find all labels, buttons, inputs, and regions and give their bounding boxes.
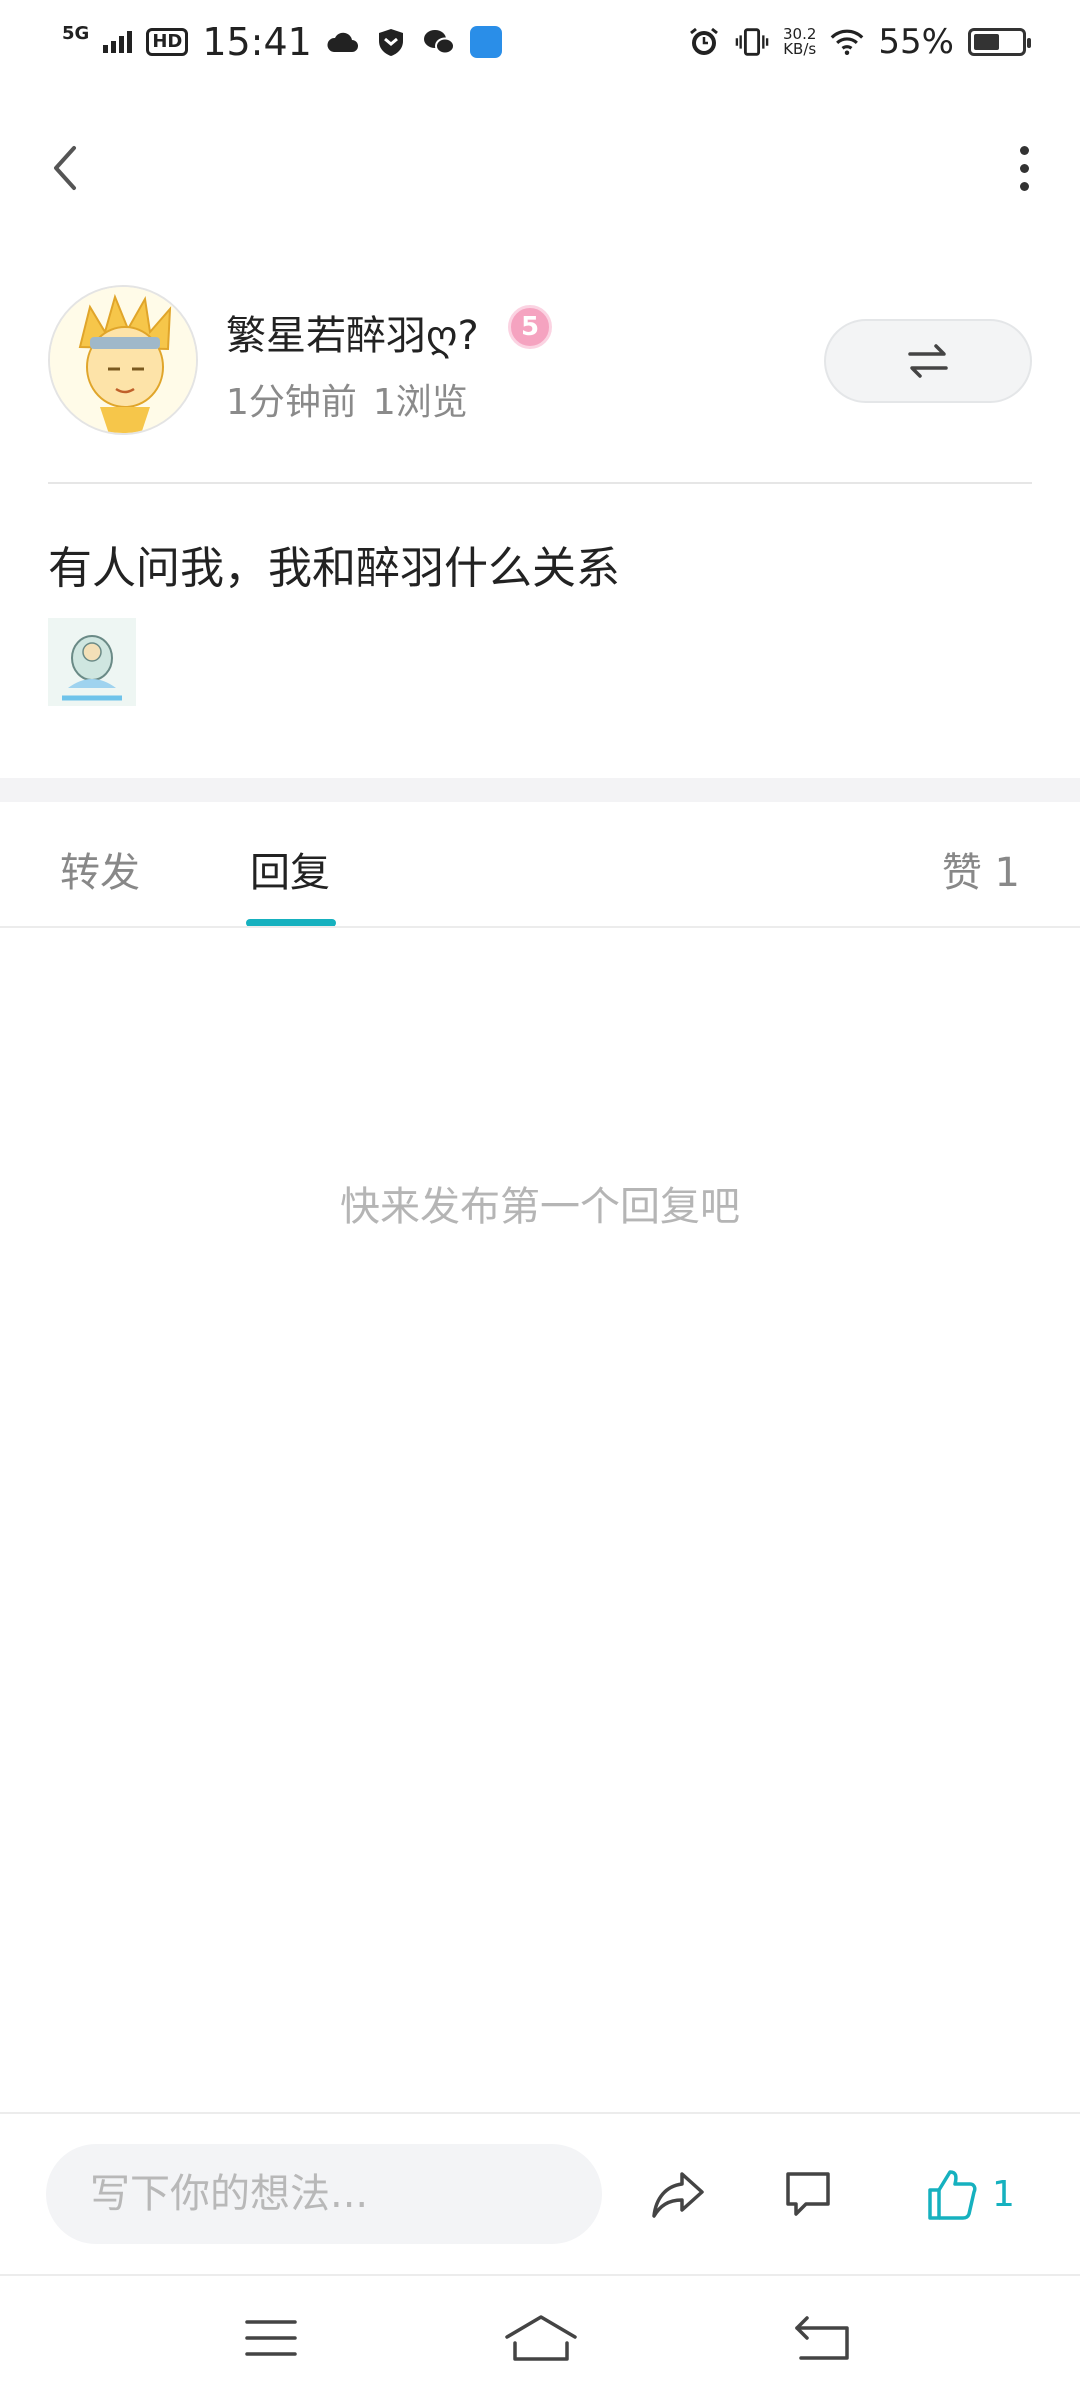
swap-button[interactable] (824, 319, 1032, 403)
status-bar: 5G HD 15:41 30.2 KB/s 55% (0, 0, 1080, 84)
like-button[interactable]: 1 (926, 2160, 1015, 2228)
divider (0, 2112, 1080, 2114)
post-image (48, 618, 136, 706)
status-time: 15:41 (202, 20, 312, 64)
view-count: 1浏览 (372, 382, 468, 423)
system-nav-bar (0, 2276, 1080, 2400)
divider (48, 482, 1032, 484)
tab-reply[interactable]: 回复 (250, 840, 330, 898)
tab-forward[interactable]: 转发 (60, 840, 140, 898)
nav-back-button[interactable] (778, 2298, 868, 2378)
share-button[interactable] (648, 2160, 720, 2228)
comment-input[interactable] (46, 2144, 602, 2244)
section-separator (0, 778, 1080, 802)
post-detail-screen: 5G HD 15:41 30.2 KB/s 55% 繁星若醉羽ღ? 5 1分钟前… (0, 0, 1080, 2400)
vibrate-icon (735, 27, 769, 57)
app-notification-icon (469, 26, 502, 58)
post-image-thumbnail[interactable] (48, 618, 136, 706)
hd-badge: HD (146, 28, 189, 56)
network-speed: 30.2 KB/s (783, 25, 817, 58)
nav-home-button[interactable] (496, 2298, 586, 2378)
like-count: 1 (992, 2173, 1015, 2215)
comment-bubble-icon (786, 2172, 830, 2216)
chevron-left-icon (54, 146, 76, 190)
cloud-icon (326, 27, 360, 57)
post-text: 有人问我，我和醉羽什么关系 (48, 543, 620, 594)
post-meta: 1分钟前 1浏览 (226, 373, 468, 425)
home-icon (505, 2315, 577, 2361)
network-type: 5G (62, 23, 90, 44)
swap-arrows-icon (908, 344, 948, 378)
avatar[interactable] (48, 285, 198, 435)
back-button[interactable] (40, 140, 96, 196)
more-options-button[interactable] (996, 140, 1052, 196)
avatar-image (50, 287, 196, 433)
wechat-icon (422, 27, 456, 57)
divider (0, 926, 1080, 928)
wifi-icon (830, 27, 864, 57)
battery-fill (974, 34, 1000, 50)
more-vertical-icon (1019, 145, 1029, 155)
author-name[interactable]: 繁星若醉羽ღ? (226, 303, 479, 361)
share-arrow-icon (652, 2172, 704, 2218)
shield-icon (374, 27, 408, 57)
alarm-icon (687, 27, 721, 57)
thumbs-up-icon (928, 2170, 977, 2220)
battery-icon (968, 28, 1031, 56)
tab-likes[interactable]: 赞 1 (942, 840, 1020, 898)
user-level-badge: 5 (508, 305, 552, 349)
author-section: 繁星若醉羽ღ? 5 1分钟前 1浏览 (48, 285, 1032, 435)
empty-replies-hint: 快来发布第一个回复吧 (340, 1184, 740, 1230)
menu-icon (245, 2320, 297, 2356)
back-arrow-icon (795, 2316, 849, 2360)
signal-icon (103, 31, 133, 53)
top-app-bar (0, 118, 1080, 218)
post-time: 1分钟前 (226, 382, 357, 423)
comment-button[interactable] (780, 2160, 852, 2228)
nav-menu-button[interactable] (226, 2298, 316, 2378)
tab-bar: 转发 回复 赞 1 (0, 802, 1080, 928)
battery-percent: 55% (878, 22, 954, 62)
